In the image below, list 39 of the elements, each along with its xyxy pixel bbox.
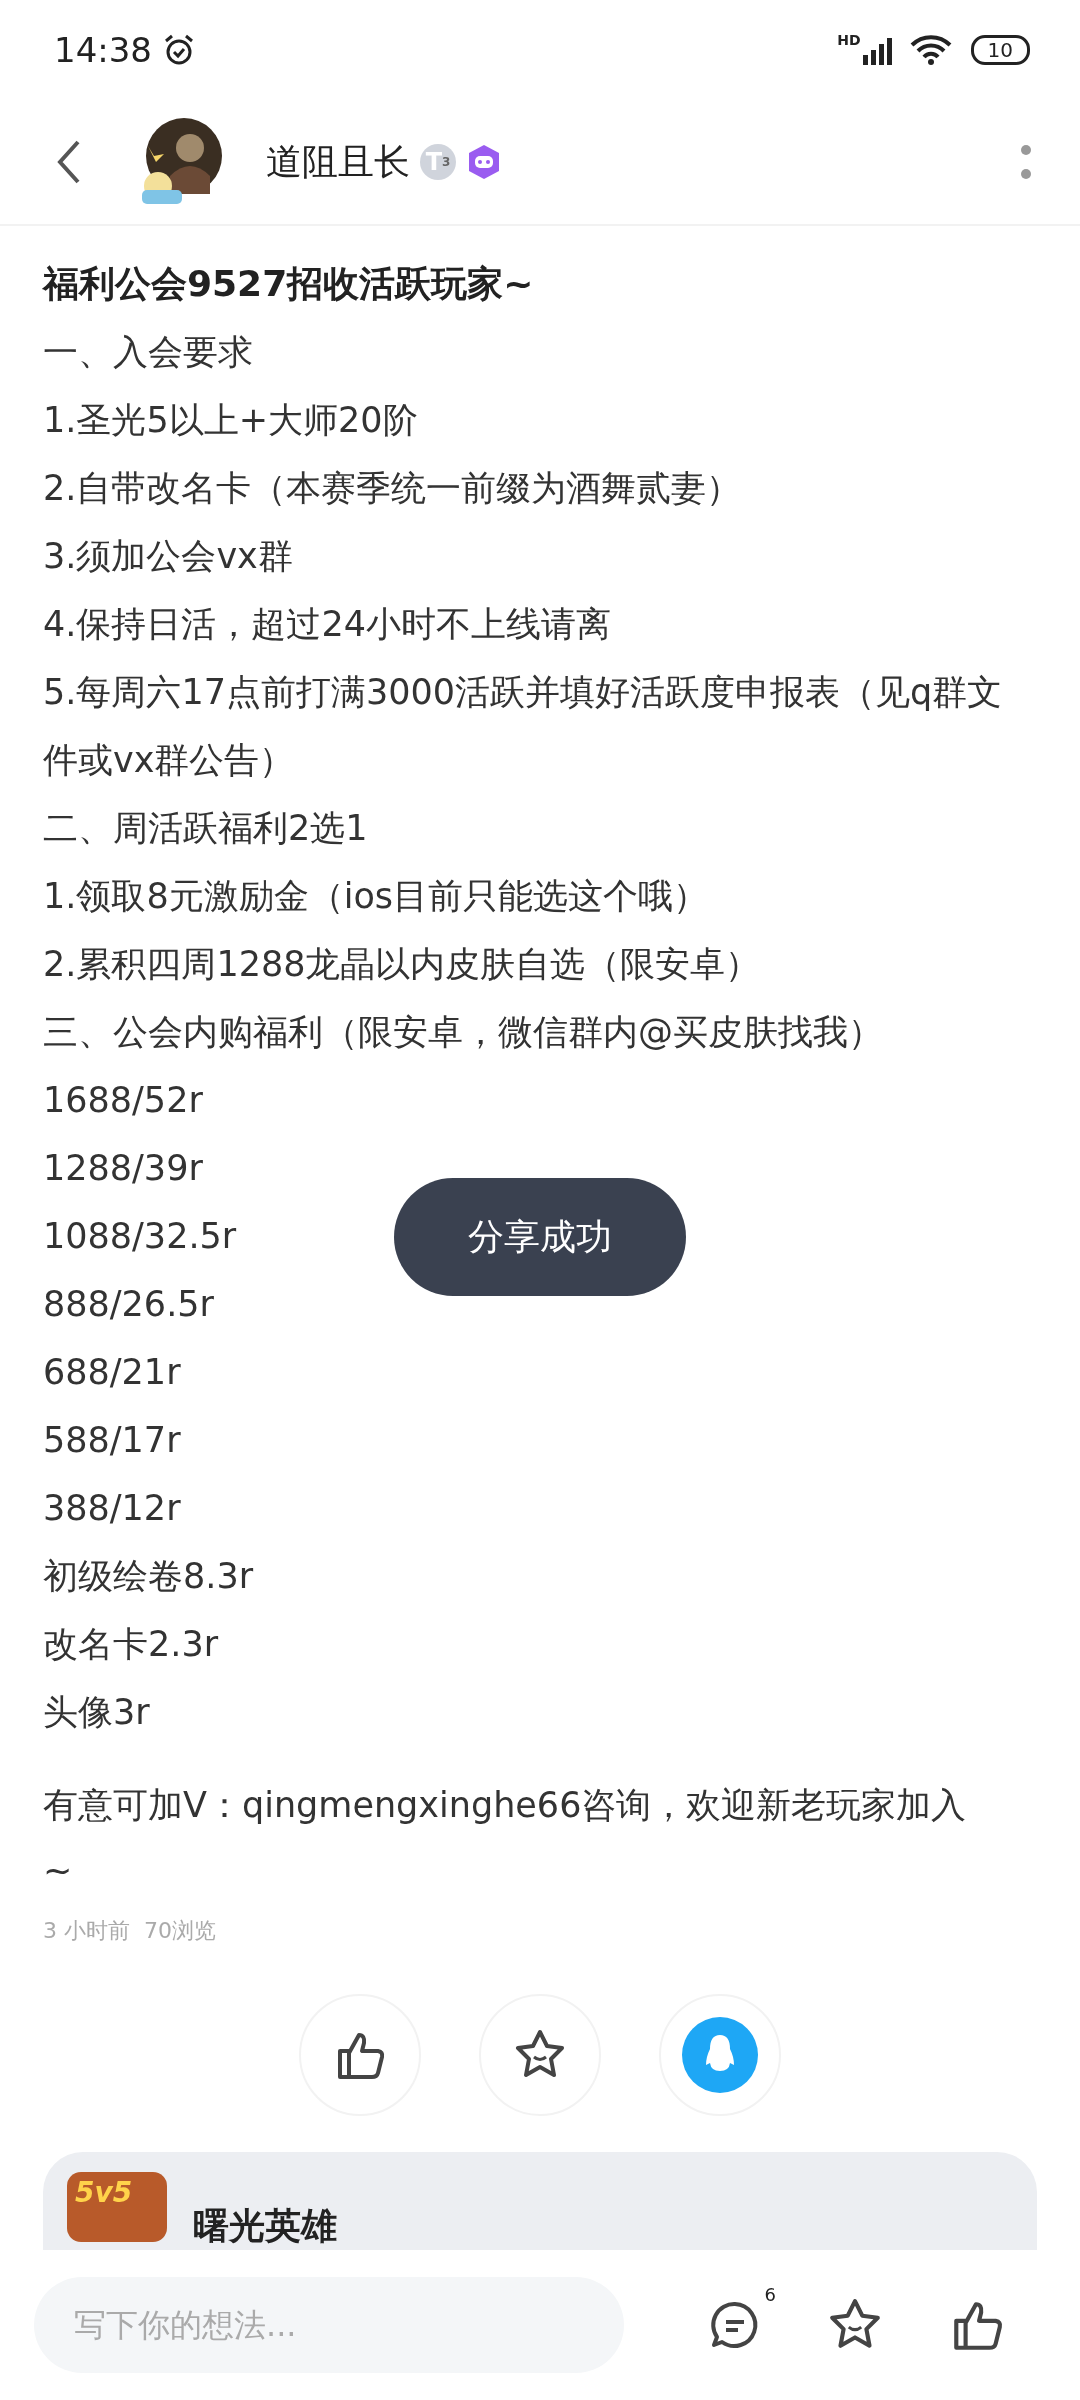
alarm-icon <box>162 33 196 67</box>
post-text-line: 5.每周六17点前打满3000活跃并填好活跃度申报表（见q群文件或vx群公告） <box>43 671 1004 782</box>
gamepad-badge-icon <box>466 144 502 180</box>
post-text-line: 1688/52r <box>43 1079 203 1122</box>
view-count: 70浏览 <box>144 1917 216 1945</box>
post-text-line: 头像3r <box>43 1691 150 1734</box>
post-text-line: 初级绘卷8.3r <box>43 1555 254 1598</box>
post-text-line: 一、入会要求 <box>43 331 253 374</box>
post-time: 3 小时前 <box>43 1917 130 1945</box>
post-text-line: 1.圣光5以上+大师20阶 <box>43 399 418 442</box>
post-text-line: 1088/32.5r <box>43 1215 237 1258</box>
toast-message: 分享成功 <box>394 1178 686 1296</box>
post-text-line: 3.须加公会vx群 <box>43 535 293 578</box>
comment-field[interactable]: 写下你的想法... <box>34 2277 624 2373</box>
penguin-icon <box>682 2017 758 2093</box>
post-text-line: 2.累积四周1288龙晶以内皮肤自选（限安卓） <box>43 943 761 986</box>
post-text-line: 改名卡2.3r <box>43 1623 219 1666</box>
more-icon[interactable] <box>1020 142 1032 182</box>
post-text-line: 888/26.5r <box>43 1283 214 1326</box>
post-text-line: 588/17r <box>43 1419 181 1462</box>
post-text-line: 三、公会内购福利（限安卓，微信群内@买皮肤找我） <box>43 1011 883 1054</box>
battery-level: 10 <box>970 35 1030 65</box>
contact-text: 有意可加V：qingmengxinghe66咨询，欢迎新老玩家加入~ <box>43 1784 968 1893</box>
game-name: 曙光英雄 <box>193 2204 337 2248</box>
post-text-line: 2.自带改名卡（本赛季统一前缀为酒舞贰妻） <box>43 467 742 510</box>
clock-time: 14:38 <box>54 30 152 70</box>
wifi-icon <box>908 34 953 66</box>
username: 道阻且长 <box>266 139 410 184</box>
post-text-line: 388/12r <box>43 1487 181 1530</box>
post-title: 福利公会9527招收活跃玩家~ <box>43 262 535 306</box>
comment-count: 6 <box>764 2284 776 2305</box>
post-text-line: 1288/39r <box>43 1147 203 1190</box>
game-card[interactable]: 5v5 曙光英雄 <box>43 2152 1037 2250</box>
network-label: HD <box>837 32 861 48</box>
post-text-line: 1.领取8元激励金（ios目前只能选这个哦） <box>43 875 709 918</box>
post-text-line: 4.保持日活，超过24小时不上线请离 <box>43 603 611 646</box>
post-text-line: 688/21r <box>43 1351 181 1394</box>
game-icon: 5v5 <box>67 2172 167 2242</box>
post-text-line: 二、周活跃福利2选1 <box>43 807 368 850</box>
